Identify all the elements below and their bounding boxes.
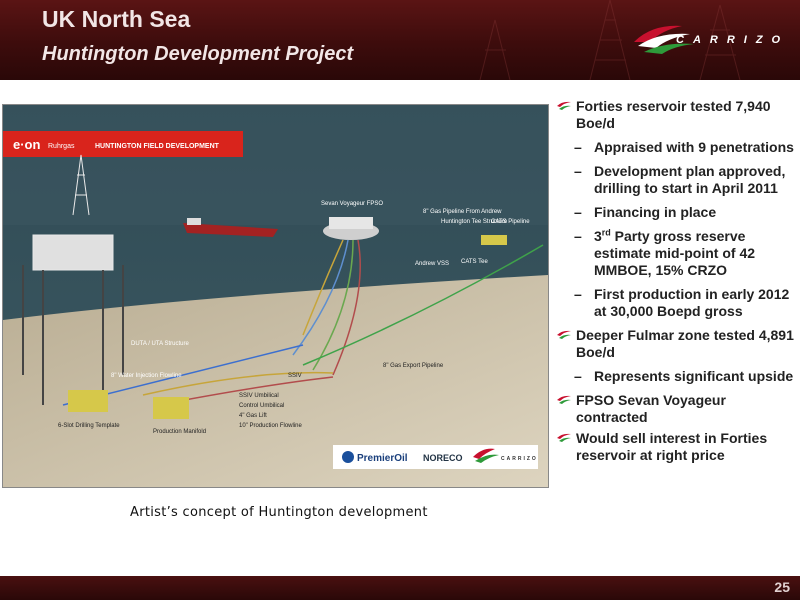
bullet-forties: Forties reservoir tested 7,940 Boe/d: [556, 98, 796, 132]
label-water-injection: 8" Water Injection Flowline: [111, 373, 182, 379]
huntington-artist-concept: e·on Ruhrgas HUNTINGTON FIELD DEVELOPMEN…: [2, 104, 549, 488]
footer-band: 25: [0, 576, 800, 600]
bullet-sell-interest: Would sell interest in Forties reservoir…: [556, 430, 796, 464]
sub-bullet: – Represents significant upside: [574, 368, 794, 384]
bullet-text: Would sell interest in Forties reservoir…: [576, 430, 768, 463]
noreco-logo: NORECO: [423, 453, 463, 463]
label-ssiv: SSIV: [288, 373, 302, 379]
label-gas-pipeline-andrew: 8" Gas Pipeline From Andrew: [423, 209, 502, 215]
label-cats-tee: CATS Tee: [461, 259, 488, 265]
label-gas-lift: 4" Gas Lift: [239, 413, 267, 419]
banner-title: HUNTINGTON FIELD DEVELOPMENT: [95, 143, 220, 150]
carrizo-small-logo: CARRIZO: [501, 456, 538, 462]
sub-bullet: –3rd Party gross reserve estimate mid-po…: [574, 227, 756, 278]
reserve-estimate-text: 3rd Party gross reserve estimate mid-poi…: [594, 227, 756, 278]
label-ssiv-umbilical: SSIV Umbilical: [239, 393, 279, 399]
eon-brand: e·on: [13, 137, 41, 152]
page-number: 25: [774, 579, 790, 595]
bullet-fulmar: Deeper Fulmar zone tested 4,891 Boe/d: [556, 327, 796, 361]
header-band: UK North Sea Huntington Development Proj…: [0, 0, 800, 80]
bullet-text: Forties reservoir tested 7,940 Boe/d: [576, 98, 771, 131]
sub-bullet: – First production in early 2012 at 30,00…: [574, 286, 790, 319]
label-control-umbilical: Control Umbilical: [239, 403, 284, 409]
drilling-template: [68, 390, 108, 412]
carrizo-bullet-icon: [557, 433, 571, 442]
fpso-label: Sevan Voyageur FPSO: [321, 201, 383, 207]
page-subtitle: Huntington Development Project: [42, 43, 354, 65]
label-drilling-template: 6-Slot Drilling Template: [58, 423, 120, 429]
premieroil-logo: PremierOil: [357, 453, 408, 464]
label-duta: DUTA / UTA Structure: [131, 341, 189, 347]
bullet-text: FPSO Sevan Voyageur contracted: [576, 392, 726, 425]
sub-bullet: – Appraised with 9 penetrations: [574, 139, 794, 155]
eon-brand-sub: Ruhrgas: [48, 143, 75, 150]
label-gas-export: 8" Gas Export Pipeline: [383, 363, 444, 369]
production-manifold: [153, 397, 189, 419]
bullet-text: Deeper Fulmar zone tested 4,891 Boe/d: [576, 327, 794, 360]
label-cats-pipeline: CATS Pipeline: [491, 219, 530, 225]
label-production-manifold: Production Manifold: [153, 429, 206, 435]
carrizo-bullet-icon: [557, 395, 571, 404]
page-title: UK North Sea: [42, 6, 191, 32]
logo-text: CARRIZO: [676, 34, 790, 46]
carrizo-bullet-icon: [557, 101, 571, 110]
image-caption: Artist’s concept of Huntington developme…: [130, 505, 428, 520]
label-production-flowline: 10" Production Flowline: [239, 423, 302, 429]
carrizo-bullet-icon: [557, 330, 571, 339]
sub-bullet: – Financing in place: [574, 204, 717, 220]
bullet-fpso: FPSO Sevan Voyageur contracted: [556, 392, 796, 426]
bullet-list: Forties reservoir tested 7,940 Boe/d – Ap…: [556, 98, 796, 468]
sub-bullet: – Development plan approved, drilling to …: [574, 163, 786, 196]
label-andrew-vss: Andrew VSS: [415, 261, 449, 267]
